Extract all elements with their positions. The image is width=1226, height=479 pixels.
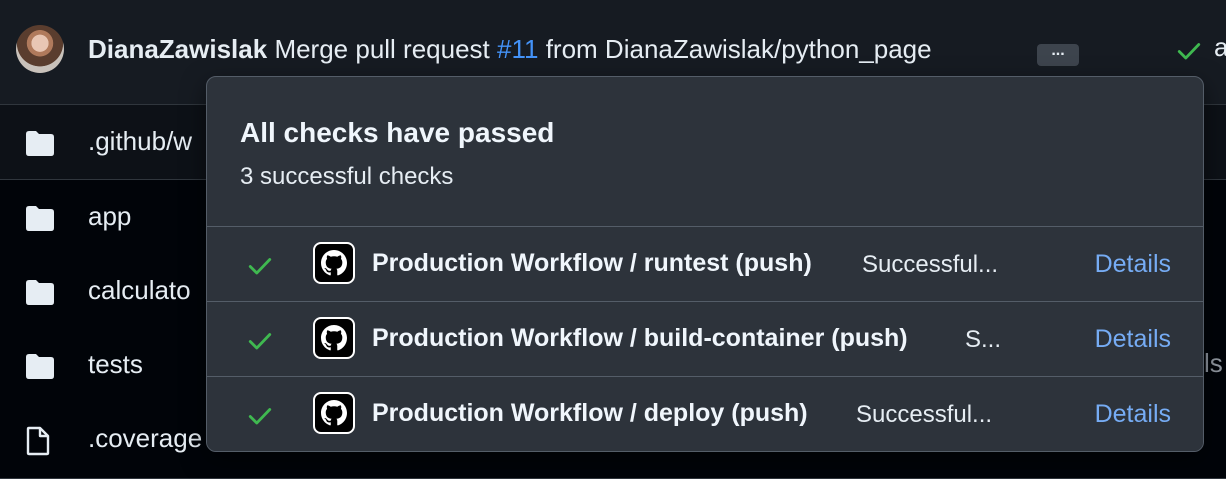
popover-subtitle: 3 successful checks — [240, 163, 454, 190]
commit-message-suffix[interactable]: from DianaZawislak/python_page — [546, 34, 932, 64]
file-icon — [24, 426, 52, 461]
check-status: S... — [965, 326, 1002, 353]
check-icon — [247, 328, 273, 359]
check-name: Production Workflow / build-container (p… — [372, 324, 908, 352]
commit-message-prefix[interactable]: Merge pull request — [274, 34, 489, 64]
details-link[interactable]: Details — [1095, 400, 1171, 429]
file-name[interactable]: tests — [88, 349, 143, 380]
popover-title: All checks have passed — [240, 117, 555, 148]
check-name: Production Workflow / deploy (push) — [372, 399, 808, 427]
file-name[interactable]: calculato — [88, 275, 191, 306]
check-icon — [247, 403, 273, 434]
file-name[interactable]: app — [88, 201, 131, 232]
folder-icon — [24, 129, 56, 162]
commit-message-line: DianaZawislak Merge pull request #11 fro… — [88, 34, 932, 65]
details-link[interactable]: Details — [1095, 325, 1171, 354]
commit-author[interactable]: DianaZawislak — [88, 34, 267, 64]
folder-icon — [24, 352, 56, 385]
folder-icon — [24, 278, 56, 311]
check-icon — [247, 253, 273, 284]
commit-meta-text: a — [1214, 32, 1226, 62]
check-status: Successful... — [856, 401, 993, 428]
avatar[interactable] — [16, 25, 64, 73]
commit-message-snippet[interactable]: ls — [1204, 348, 1223, 379]
file-name[interactable]: .coverage — [88, 423, 202, 454]
folder-icon — [24, 204, 56, 237]
check-name: Production Workflow / runtest (push) — [372, 249, 812, 277]
check-icon[interactable] — [1176, 38, 1202, 69]
check-status: Successful... — [862, 251, 999, 278]
check-row[interactable]: Production Workflow / deploy (push) Succ… — [207, 376, 1203, 451]
github-icon — [313, 317, 355, 359]
pull-request-link[interactable]: #11 — [497, 34, 538, 64]
details-link[interactable]: Details — [1095, 250, 1171, 279]
expand-commit-button[interactable]: ... — [1037, 43, 1079, 66]
github-icon — [313, 392, 355, 434]
check-row[interactable]: Production Workflow / build-container (p… — [207, 301, 1203, 376]
github-icon — [313, 242, 355, 284]
check-row[interactable]: Production Workflow / runtest (push) Suc… — [207, 226, 1203, 301]
file-name[interactable]: .github/w — [88, 126, 192, 157]
checks-popover: All checks have passed 3 successful chec… — [206, 76, 1204, 452]
